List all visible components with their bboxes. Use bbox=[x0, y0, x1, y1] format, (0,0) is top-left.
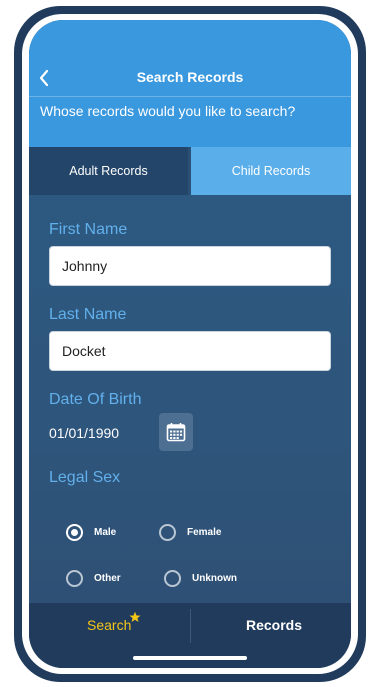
tab-label: Adult Records bbox=[69, 164, 148, 178]
radio-unknown[interactable]: Unknown bbox=[164, 570, 237, 587]
date-of-birth-value[interactable]: 01/01/1990 bbox=[49, 425, 119, 441]
radio-label: Other bbox=[94, 573, 121, 584]
nav-divider bbox=[190, 609, 191, 643]
date-of-birth-label: Date Of Birth bbox=[49, 391, 142, 408]
radio-label: Male bbox=[94, 527, 117, 538]
nav-records[interactable]: Records bbox=[246, 617, 302, 633]
nav-search[interactable]: Search bbox=[87, 617, 131, 633]
radio-circle bbox=[164, 570, 181, 587]
last-name-label: Last Name bbox=[49, 306, 127, 323]
first-name-field[interactable]: Johnny bbox=[49, 246, 331, 286]
star-icon bbox=[129, 611, 141, 622]
app-screen: Search Records Whose records would you l… bbox=[29, 20, 351, 668]
radio-label: Unknown bbox=[192, 573, 237, 584]
radio-male[interactable]: Male bbox=[66, 524, 116, 541]
calendar-icon bbox=[166, 423, 186, 442]
tab-adult-records[interactable]: Adult Records bbox=[29, 147, 188, 195]
first-name-label: First Name bbox=[49, 221, 128, 238]
search-prompt: Whose records would you like to search? bbox=[40, 103, 296, 119]
search-form: First Name Johnny Last Name Docket Date … bbox=[29, 195, 351, 603]
radio-label: Female bbox=[187, 527, 222, 538]
legal-sex-label: Legal Sex bbox=[49, 469, 121, 486]
tab-label: Child Records bbox=[231, 164, 311, 178]
radio-other[interactable]: Other bbox=[66, 570, 121, 587]
radio-circle bbox=[66, 524, 83, 541]
nav-records-label: Records bbox=[246, 617, 303, 633]
record-type-tabs: Adult Records Child Records bbox=[29, 147, 351, 195]
header-divider bbox=[29, 96, 351, 97]
nav-search-label: Search bbox=[87, 617, 132, 633]
tab-child-records[interactable]: Child Records bbox=[191, 147, 351, 195]
last-name-field[interactable]: Docket bbox=[49, 331, 331, 371]
page-title: Search Records bbox=[136, 69, 244, 85]
radio-circle bbox=[66, 570, 83, 587]
home-indicator bbox=[133, 656, 247, 660]
calendar-button[interactable] bbox=[159, 413, 193, 451]
header: Search Records Whose records would you l… bbox=[29, 20, 351, 147]
radio-circle bbox=[159, 524, 176, 541]
radio-female[interactable]: Female bbox=[159, 524, 221, 541]
